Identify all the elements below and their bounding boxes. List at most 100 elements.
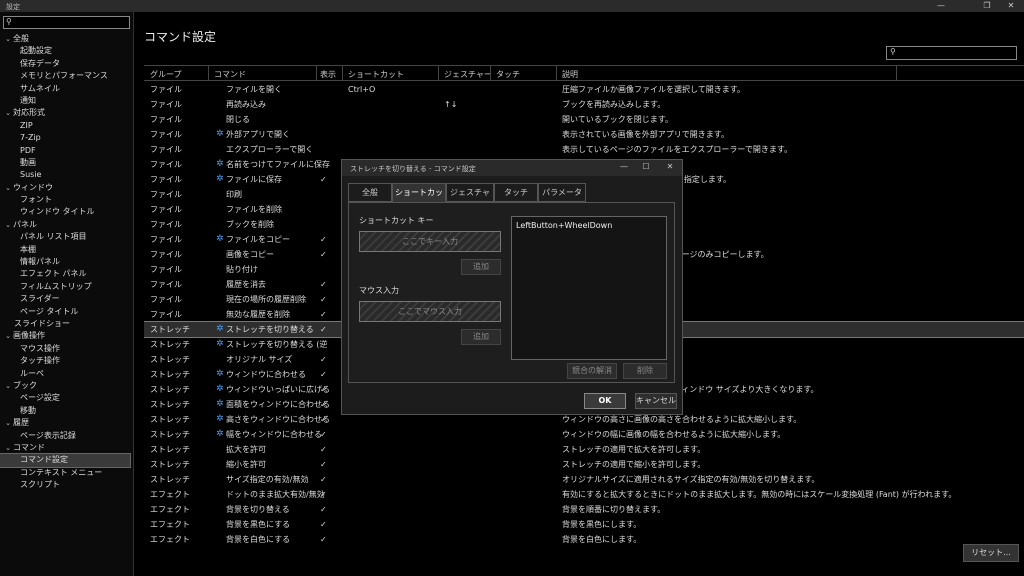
maximize-icon[interactable]: ❐ (976, 0, 998, 12)
sidebar-item[interactable]: ページ設定 (0, 392, 134, 404)
tab-shortcut[interactable]: ショートカット (392, 183, 446, 215)
dialog-minimize-icon[interactable]: — (616, 162, 632, 171)
chevron-down-icon[interactable]: ⌄ (3, 33, 13, 45)
sidebar-category[interactable]: ⌄ 履歴 (0, 417, 134, 429)
command-cell: ブックを削除 (226, 220, 274, 229)
sidebar-search-input[interactable]: ⚲ (3, 16, 130, 29)
shortcut-key-label: ショートカット キー (359, 216, 434, 225)
table-row[interactable]: ファイル 再読み込み ↑↓ ブックを再読み込みします。 (144, 97, 1024, 112)
sidebar-item[interactable]: マウス操作 (0, 343, 134, 355)
sidebar-item[interactable]: スライドショー (0, 318, 134, 330)
cancel-button[interactable]: キャンセル (635, 393, 677, 409)
sidebar-item[interactable]: サムネイル (0, 83, 134, 95)
chevron-down-icon[interactable]: ⌄ (3, 330, 13, 342)
sidebar-item-label: ページ タイトル (20, 306, 79, 316)
sidebar-item[interactable]: コマンド設定 (0, 453, 131, 468)
sidebar-item[interactable]: ページ表示記録 (0, 430, 134, 442)
chevron-down-icon[interactable]: ⌄ (3, 380, 13, 392)
chevron-down-icon[interactable]: ⌄ (3, 219, 13, 231)
minimize-icon[interactable]: — (930, 0, 952, 12)
dialog-maximize-icon[interactable]: ☐ (638, 162, 654, 171)
table-row[interactable]: ファイル 閉じる 開いているブックを閉じます。 (144, 112, 1024, 127)
sidebar-item[interactable]: ページ タイトル (0, 306, 134, 318)
sidebar-item-label: ブック (13, 380, 37, 390)
sidebar-item[interactable]: 移動 (0, 405, 134, 417)
sidebar-item[interactable]: ルーペ (0, 368, 134, 380)
dialog-close-icon[interactable]: ✕ (662, 162, 678, 171)
sidebar-item[interactable]: 保存データ (0, 58, 134, 70)
table-row[interactable]: エフェクト 背景を白色にする ✓ 背景を白色にします。 (144, 532, 1024, 544)
tab-touch[interactable]: タッチ (494, 183, 538, 202)
shortcut-list[interactable]: LeftButton+WheelDown (511, 216, 667, 360)
table-row[interactable]: エフェクト ドットのまま拡大有効/無効 ✓ 有効にすると拡大するときにドットのまま拡大… (144, 487, 1024, 502)
dialog-title: ストレッチを切り替える - コマンド設定 (350, 165, 476, 173)
chevron-down-icon[interactable]: ⌄ (3, 182, 13, 194)
group-cell: ファイル (150, 205, 182, 214)
sidebar-item-label: 移動 (20, 405, 36, 415)
resolve-conflict-button[interactable]: 競合の解消 (567, 363, 617, 379)
sidebar-item[interactable]: 本棚 (0, 244, 134, 256)
table-row[interactable]: ストレッチ 拡大を許可 ✓ ストレッチの適用で拡大を許可します。 (144, 442, 1024, 457)
group-cell: ファイル (150, 235, 182, 244)
delete-shortcut-button[interactable]: 削除 (623, 363, 667, 379)
tab-parameter[interactable]: パラメーター (538, 183, 586, 215)
sidebar-category[interactable]: ⌄ 画像操作 (0, 330, 134, 342)
sidebar-item[interactable]: パネル リスト項目 (0, 231, 134, 243)
mouse-input-field[interactable]: ここでマウス入力 (359, 301, 501, 322)
reset-button[interactable]: リセット... (963, 544, 1019, 562)
gear-icon: ✲ (216, 339, 224, 349)
sidebar-item[interactable]: スクリプト (0, 479, 134, 491)
table-row[interactable]: ストレッチ 縮小を許可 ✓ ストレッチの適用で縮小を許可します。 (144, 457, 1024, 472)
tab-gesture[interactable]: ジェスチャー (446, 183, 494, 215)
sidebar-category[interactable]: ⌄ ブック (0, 380, 134, 392)
table-row[interactable]: エフェクト 背景を黒色にする ✓ 背景を黒色にします。 (144, 517, 1024, 532)
sidebar-item[interactable]: スライダー (0, 293, 134, 305)
group-cell: エフェクト (150, 535, 190, 544)
sidebar-item-label: 情報パネル (20, 257, 60, 267)
group-cell: ストレッチ (150, 355, 190, 364)
search-icon: ⚲ (6, 17, 12, 26)
sidebar-item[interactable]: ZIP (0, 120, 134, 132)
list-item[interactable]: LeftButton+WheelDown (516, 221, 612, 230)
sidebar-item[interactable]: Susie (0, 169, 134, 181)
sidebar-item[interactable]: 7-Zip (0, 132, 134, 144)
sidebar-item[interactable]: PDF (0, 145, 134, 157)
sidebar-item[interactable]: ウィンドウ タイトル (0, 206, 134, 218)
table-row[interactable]: ストレッチ サイズ指定の有効/無効 ✓ オリジナルサイズに適用されるサイズ指定の有効/… (144, 472, 1024, 487)
command-search-input[interactable]: ⚲ (886, 46, 1017, 60)
visible-check-cell: ✓ (320, 370, 327, 379)
sidebar-item-label: コマンド (13, 442, 45, 452)
shortcut-key-input[interactable]: ここでキー入力 (359, 231, 501, 252)
chevron-down-icon[interactable]: ⌄ (3, 417, 13, 429)
tab-general[interactable]: 全般 (348, 183, 392, 202)
visible-check-cell: ✓ (320, 460, 327, 469)
chevron-down-icon[interactable]: ⌄ (3, 442, 13, 454)
sidebar-item[interactable]: 起動設定 (0, 45, 134, 57)
add-mouse-input-button[interactable]: 追加 (461, 329, 501, 345)
table-row[interactable]: ✲ ストレッチ 幅をウィンドウに合わせる ✓ ウィンドウの幅に画像の幅を合わせるように拡… (144, 427, 1024, 442)
sidebar-item[interactable]: 動画 (0, 157, 134, 169)
sidebar-item[interactable]: エフェクト パネル (0, 268, 134, 280)
chevron-down-icon[interactable]: ⌄ (3, 107, 13, 119)
sidebar-item[interactable]: タッチ操作 (0, 355, 134, 367)
sidebar-item[interactable]: フィルムストリップ (0, 281, 134, 293)
sidebar-category[interactable]: ⌄ 全般 (0, 33, 134, 45)
command-cell: 名前をつけてファイルに保存 (226, 160, 330, 169)
close-icon[interactable]: ✕ (1000, 0, 1022, 12)
table-row[interactable]: ✲ ファイル 外部アプリで開く 表示されている画像を外部アプリで開きます。 (144, 127, 1024, 142)
description-cell: ウィンドウの幅に画像の幅を合わせるように拡大縮小します。 (562, 430, 786, 439)
ok-button[interactable]: OK (584, 393, 626, 409)
sidebar-category[interactable]: ⌄ ウィンドウ (0, 182, 134, 194)
sidebar-category[interactable]: ⌄ パネル (0, 219, 134, 231)
sidebar-item[interactable]: 情報パネル (0, 256, 134, 268)
sidebar-category[interactable]: ⌄ 対応形式 (0, 107, 134, 119)
table-row[interactable]: ファイル ファイルを開く Ctrl+O 圧縮ファイルか画像ファイルを選択して開きます。 (144, 82, 1024, 97)
table-row[interactable]: エフェクト 背景を切り替える ✓ 背景を順番に切り替えます。 (144, 502, 1024, 517)
sidebar-item[interactable]: 通知 (0, 95, 134, 107)
add-shortcut-key-button[interactable]: 追加 (461, 259, 501, 275)
sidebar-item[interactable]: フォント (0, 194, 134, 206)
sidebar-item[interactable]: メモリとパフォーマンス (0, 70, 134, 82)
sidebar-item[interactable]: コンテキスト メニュー (0, 467, 134, 479)
sidebar-category[interactable]: ⌄ コマンド (0, 442, 134, 454)
table-row[interactable]: ファイル エクスプローラーで開く 表示しているページのファイルをエクスプローラーで開… (144, 142, 1024, 157)
